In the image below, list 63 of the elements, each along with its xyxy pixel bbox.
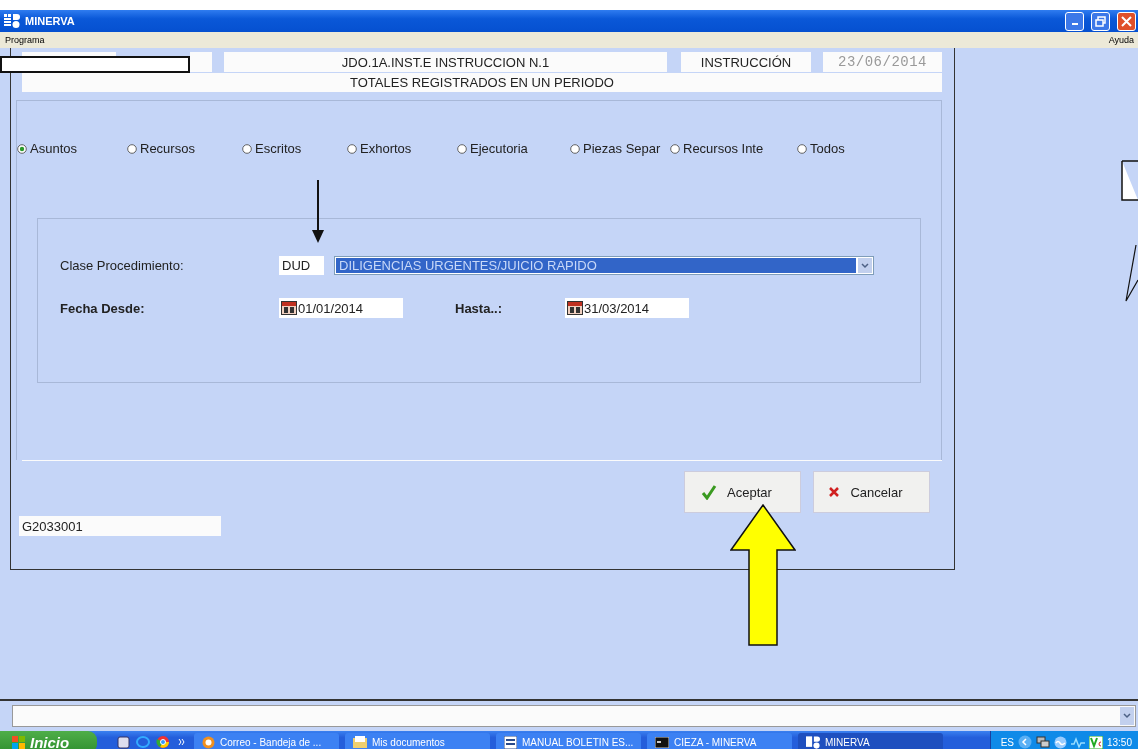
date-field: 23/06/2014: [823, 52, 942, 72]
cross-icon: [828, 486, 841, 498]
taskbar-button[interactable]: MANUAL BOLETIN ES...: [496, 733, 641, 749]
chevron-left-icon[interactable]: [1017, 735, 1032, 749]
menu-item[interactable]: Ayuda: [1108, 35, 1134, 45]
folder-icon: [353, 736, 367, 748]
field-label: Hasta..:: [455, 300, 503, 316]
restore-icon: [1095, 15, 1106, 27]
language-indicator[interactable]: ES: [1000, 736, 1014, 748]
annotation-arrow: [311, 180, 325, 244]
taskbar-button[interactable]: MINERVA: [798, 733, 943, 749]
clock: 13:50: [1106, 736, 1132, 748]
radio-option[interactable]: Escritos: [242, 141, 347, 156]
taskbar-button[interactable]: Mis documentos: [345, 733, 490, 749]
chevron-right-icon[interactable]: [178, 738, 186, 746]
chevron-down-icon: [1123, 713, 1131, 719]
mail-app-icon: [202, 735, 215, 749]
calendar-icon[interactable]: [281, 301, 297, 315]
taskbar-button[interactable]: CIEZA - MINERVA: [647, 733, 792, 749]
status-field[interactable]: [12, 705, 1136, 727]
user-code-field: G2033001: [19, 516, 221, 536]
radio-option[interactable]: Recursos Inte: [670, 141, 797, 156]
close-button[interactable]: [1117, 11, 1136, 31]
windows-logo-icon: [12, 735, 26, 749]
app-logo-icon: [806, 735, 820, 749]
console-icon: [655, 736, 669, 748]
accept-button[interactable]: Aceptar: [684, 471, 801, 513]
radio-option[interactable]: Exhortos: [347, 141, 457, 156]
activity-icon[interactable]: [1070, 735, 1085, 749]
date-from-field[interactable]: 01/01/2014: [279, 298, 403, 318]
menu-item[interactable]: Programa: [5, 35, 45, 45]
court-name-field: JDO.1A.INST.E INSTRUCCION N.1: [224, 52, 667, 72]
radio-option[interactable]: Todos: [797, 141, 857, 156]
restore-button[interactable]: [1091, 11, 1110, 31]
chevron-down-icon: [861, 262, 869, 269]
field-label: Fecha Desde:: [60, 300, 146, 316]
procedure-dropdown[interactable]: DILIGENCIAS URGENTES/JUICIO RAPIDO: [334, 256, 874, 275]
network-icon[interactable]: [1035, 735, 1050, 749]
close-icon: [1121, 15, 1132, 27]
radio-option[interactable]: Piezas Separ: [570, 141, 670, 156]
minimize-icon: [1071, 23, 1078, 25]
browser-icon[interactable]: [136, 735, 150, 749]
document-icon: [504, 735, 517, 749]
taskbar-button[interactable]: Correo - Bandeja de ...: [194, 733, 339, 749]
cancel-button[interactable]: Cancelar: [813, 471, 930, 513]
minimize-button[interactable]: [1065, 11, 1084, 31]
browser-icon[interactable]: [156, 735, 170, 749]
window-title: MINERVA: [25, 15, 76, 27]
procedure-code-field[interactable]: DUD: [279, 256, 324, 275]
report-title: TOTALES REGISTRADOS EN UN PERIODO: [22, 73, 942, 92]
app-shortcut-icon[interactable]: [117, 735, 130, 749]
date-to-field[interactable]: 31/03/2014: [565, 298, 689, 318]
antivirus-icon[interactable]: [1088, 735, 1103, 749]
radio-option[interactable]: Ejecutoria: [457, 141, 570, 156]
field-label: Clase Procedimiento:: [60, 258, 185, 273]
jurisdiction-field: INSTRUCCIÓN: [681, 52, 811, 72]
radio-option[interactable]: Recursos: [127, 141, 242, 156]
app-logo-icon: [4, 14, 20, 28]
radio-option[interactable]: Asuntos: [17, 141, 127, 156]
sync-icon[interactable]: [1053, 735, 1067, 749]
calendar-icon[interactable]: [567, 301, 583, 315]
check-icon: [701, 484, 718, 500]
field-background: [190, 52, 212, 72]
